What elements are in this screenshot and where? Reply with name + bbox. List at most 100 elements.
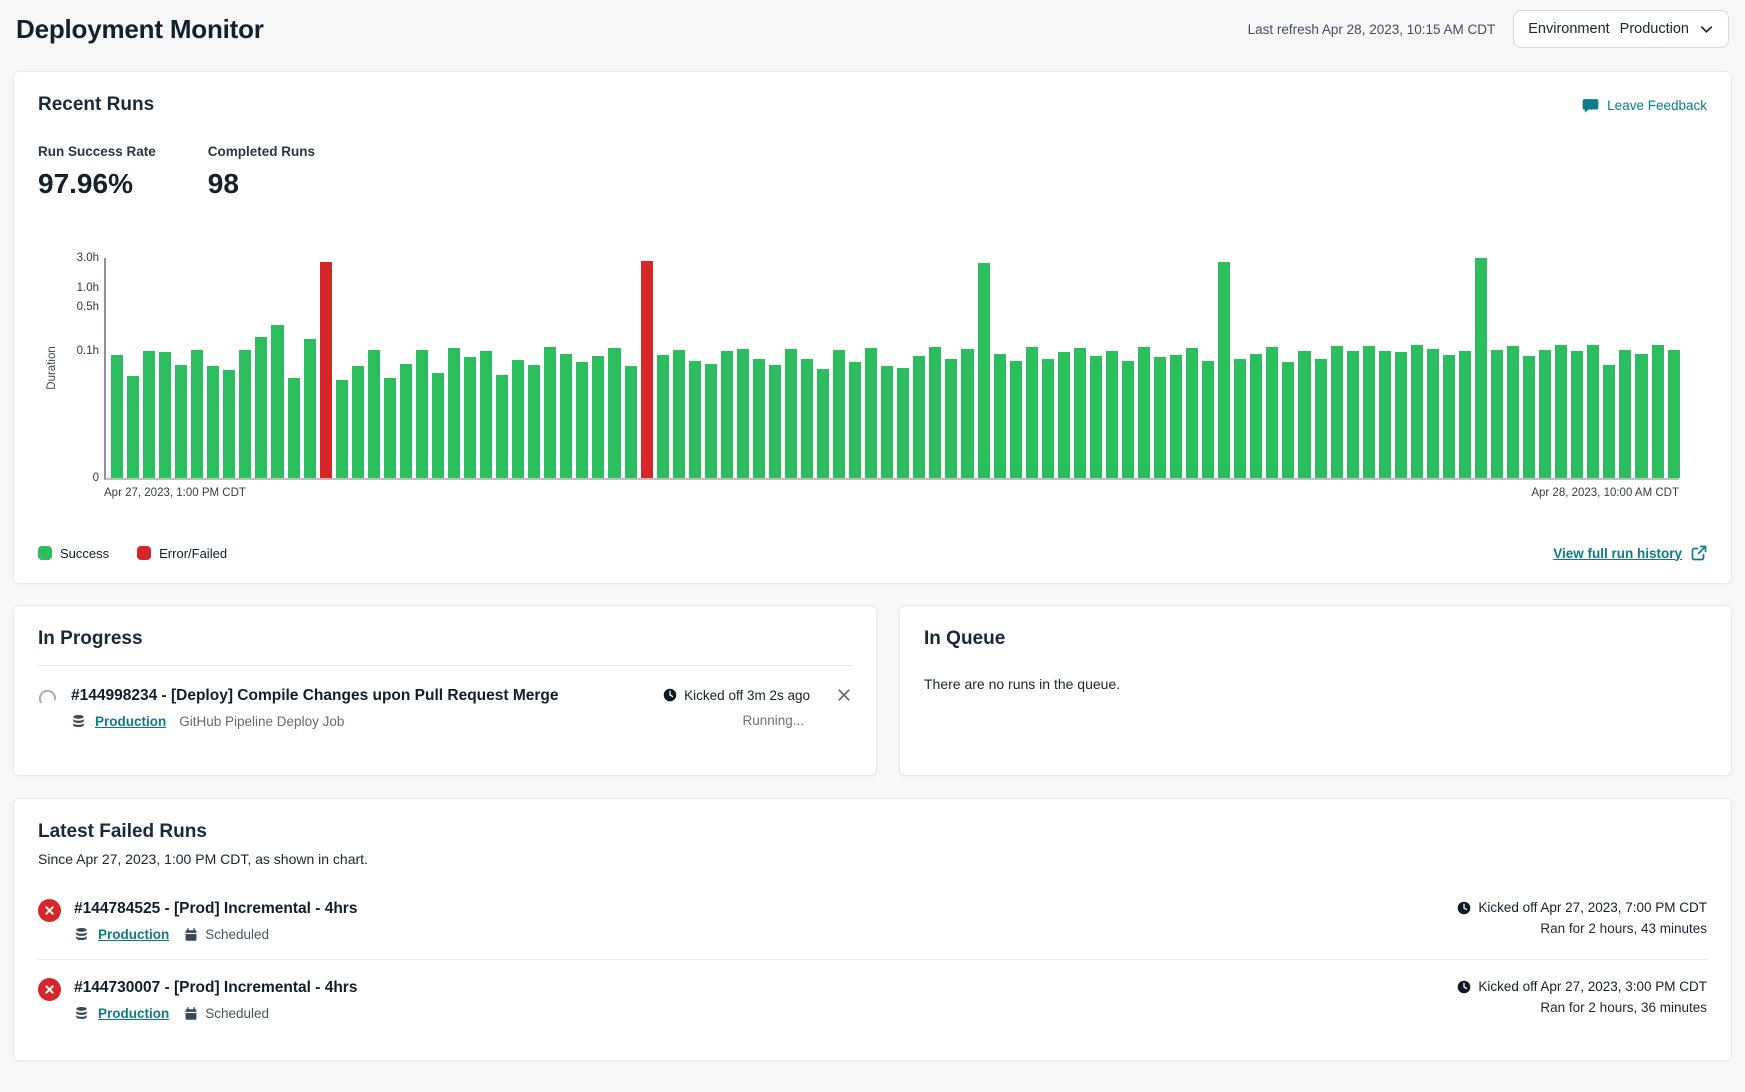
run-bar-success[interactable] — [1491, 350, 1503, 478]
run-bar-success[interactable] — [1652, 345, 1664, 478]
run-bar-success[interactable] — [785, 349, 797, 478]
run-bar-success[interactable] — [1555, 345, 1567, 478]
run-bar-success[interactable] — [336, 380, 348, 478]
run-bar-success[interactable] — [961, 349, 973, 478]
run-bar-success[interactable] — [143, 351, 155, 479]
run-bar-success[interactable] — [1315, 359, 1327, 478]
run-bar-success[interactable] — [881, 366, 893, 478]
run-bar-success[interactable] — [1298, 351, 1310, 479]
run-bar-success[interactable] — [1427, 349, 1439, 478]
run-bar-success[interactable] — [705, 364, 717, 478]
run-bar-success[interactable] — [865, 348, 877, 478]
environment-tag-link[interactable]: Production — [98, 1006, 169, 1021]
run-bar-success[interactable] — [817, 369, 829, 478]
run-bar-success[interactable] — [592, 356, 604, 478]
run-bar-success[interactable] — [1668, 350, 1680, 478]
run-bar-success[interactable] — [1619, 350, 1631, 478]
run-bar-success[interactable] — [1250, 354, 1262, 479]
run-bar-success[interactable] — [1347, 351, 1359, 479]
environment-tag-link[interactable]: Production — [95, 714, 166, 729]
run-bar-success[interactable] — [448, 348, 460, 478]
run-bar-success[interactable] — [1010, 361, 1022, 478]
run-bar-success[interactable] — [1042, 359, 1054, 478]
run-bar-success[interactable] — [1202, 361, 1214, 478]
run-bar-success[interactable] — [657, 355, 669, 478]
run-bar-success[interactable] — [1459, 351, 1471, 478]
run-bar-success[interactable] — [849, 362, 861, 478]
run-bar-success[interactable] — [1411, 345, 1423, 478]
run-bar-success[interactable] — [913, 356, 925, 478]
environment-tag-link[interactable]: Production — [98, 927, 169, 942]
run-bar-success[interactable] — [1587, 345, 1599, 478]
close-icon[interactable] — [836, 687, 852, 703]
run-bar-success[interactable] — [1058, 352, 1070, 478]
run-bar-success[interactable] — [1379, 351, 1391, 479]
run-bar-failed[interactable] — [641, 261, 653, 478]
run-bar-success[interactable] — [304, 339, 316, 478]
run-bar-success[interactable] — [288, 378, 300, 478]
run-bar-success[interactable] — [1218, 262, 1230, 478]
run-bar-success[interactable] — [496, 375, 508, 478]
run-bar-success[interactable] — [1507, 346, 1519, 478]
run-bar-success[interactable] — [239, 350, 251, 478]
run-bar-success[interactable] — [576, 362, 588, 478]
run-bar-success[interactable] — [544, 347, 556, 478]
run-bar-success[interactable] — [1266, 347, 1278, 478]
run-bar-success[interactable] — [1571, 351, 1583, 478]
run-bar-success[interactable] — [689, 361, 701, 478]
run-bar-success[interactable] — [1539, 350, 1551, 478]
run-bar-success[interactable] — [255, 337, 267, 479]
run-bar-success[interactable] — [432, 373, 444, 478]
run-bar-success[interactable] — [464, 357, 476, 478]
run-bar-success[interactable] — [1443, 355, 1455, 478]
run-bar-success[interactable] — [608, 348, 620, 478]
run-bar-success[interactable] — [1475, 258, 1487, 478]
run-bar-success[interactable] — [1106, 351, 1118, 478]
run-bar-success[interactable] — [1523, 356, 1535, 478]
run-bar-success[interactable] — [191, 350, 203, 478]
run-bar-success[interactable] — [1154, 357, 1166, 478]
run-bar-success[interactable] — [111, 355, 123, 478]
run-bar-success[interactable] — [1603, 365, 1615, 478]
leave-feedback-link[interactable]: Leave Feedback — [1582, 97, 1707, 114]
run-bar-success[interactable] — [753, 359, 765, 478]
run-bar-success[interactable] — [721, 351, 733, 478]
run-bar-success[interactable] — [1170, 355, 1182, 478]
run-bar-success[interactable] — [769, 365, 781, 478]
run-bar-success[interactable] — [384, 378, 396, 478]
run-bar-success[interactable] — [1395, 352, 1407, 478]
run-bar-success[interactable] — [416, 350, 428, 478]
run-bar-success[interactable] — [1138, 347, 1150, 478]
run-bar-success[interactable] — [1635, 354, 1647, 479]
run-bar-success[interactable] — [625, 366, 637, 478]
run-bar-success[interactable] — [560, 354, 572, 479]
environment-dropdown[interactable]: Environment Production — [1513, 10, 1729, 48]
run-bar-success[interactable] — [673, 350, 685, 478]
run-bar-success[interactable] — [1331, 346, 1343, 478]
run-bar-success[interactable] — [929, 347, 941, 479]
run-bar-success[interactable] — [368, 350, 380, 478]
run-bar-success[interactable] — [1234, 359, 1246, 478]
run-bar-success[interactable] — [994, 354, 1006, 479]
run-bar-success[interactable] — [1122, 361, 1134, 478]
run-bar-success[interactable] — [352, 366, 364, 478]
run-bar-success[interactable] — [528, 365, 540, 478]
run-bar-success[interactable] — [833, 350, 845, 478]
run-bar-success[interactable] — [127, 376, 139, 478]
run-bar-success[interactable] — [801, 359, 813, 478]
run-bar-success[interactable] — [207, 366, 219, 478]
run-bar-success[interactable] — [1026, 347, 1038, 479]
run-bar-success[interactable] — [1363, 346, 1375, 478]
run-bar-success[interactable] — [271, 325, 283, 478]
run-bar-success[interactable] — [223, 370, 235, 478]
run-bar-success[interactable] — [175, 365, 187, 478]
run-bar-success[interactable] — [1186, 348, 1198, 478]
run-bar-success[interactable] — [1282, 362, 1294, 478]
run-bar-success[interactable] — [159, 352, 171, 478]
run-bar-success[interactable] — [897, 368, 909, 479]
run-bar-success[interactable] — [1090, 356, 1102, 478]
run-bar-success[interactable] — [978, 263, 990, 478]
view-full-run-history-link[interactable]: View full run history — [1553, 545, 1707, 561]
run-bar-success[interactable] — [400, 364, 412, 478]
run-bar-success[interactable] — [737, 349, 749, 478]
